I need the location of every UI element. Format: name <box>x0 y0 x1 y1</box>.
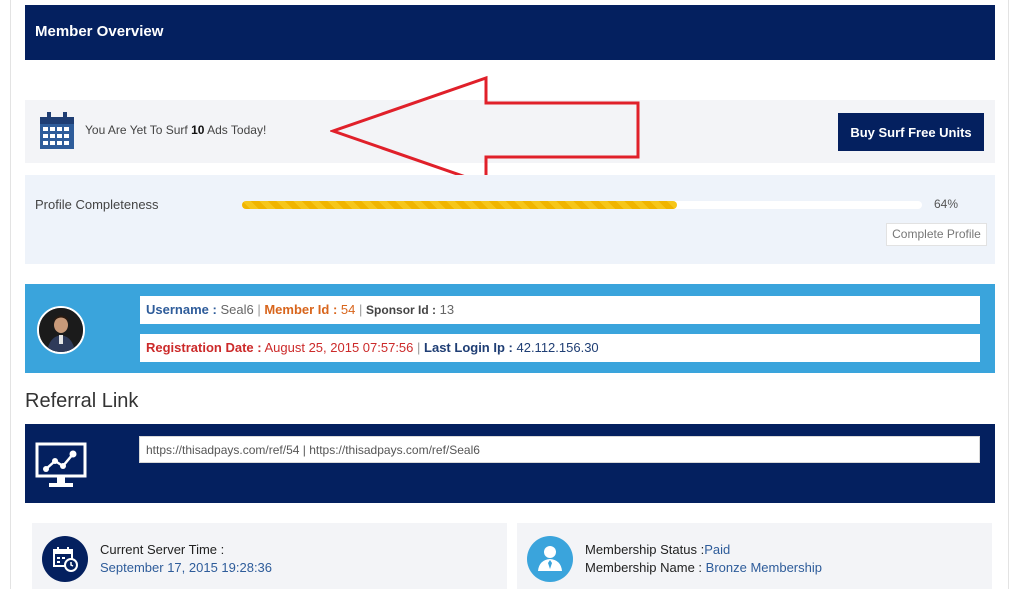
member-login-row: Registration Date : August 25, 2015 07:5… <box>140 334 980 362</box>
server-time-value: September 17, 2015 19:28:36 <box>100 560 273 575</box>
referral-link-heading: Referral Link <box>25 390 139 412</box>
referral-link-panel: https://thisadpays.com/ref/54 | https://… <box>25 424 995 503</box>
page-title: Member Overview <box>35 23 164 40</box>
profile-percent: 64% <box>934 197 959 211</box>
sponsor-id-label: Sponsor Id : <box>366 303 437 317</box>
user-tie-icon <box>527 536 573 582</box>
page-border-right <box>1008 0 1009 589</box>
red-arrow-annotation <box>330 75 640 187</box>
surf-ad-count: 10 <box>191 123 205 137</box>
presentation-chart-icon <box>35 442 87 487</box>
server-time-card: Current Server Time : September 17, 2015… <box>32 523 507 589</box>
username-value: Seal6 <box>220 302 254 317</box>
profile-completeness-label: Profile Completeness <box>35 197 159 212</box>
profile-progress-bar <box>242 201 922 209</box>
member-info-panel: Username : Seal6 | Member Id : 54 | Spon… <box>25 284 995 373</box>
separator: | <box>417 340 421 355</box>
surf-status-text: You Are Yet To Surf 10 Ads Today! <box>85 123 266 137</box>
sponsor-id-value: 13 <box>439 302 455 317</box>
separator: | <box>359 302 363 317</box>
member-id-label: Member Id : <box>264 302 338 317</box>
calendar-icon <box>40 112 74 149</box>
separator: | <box>257 302 261 317</box>
last-login-ip-label: Last Login Ip : <box>424 340 513 355</box>
membership-card: Membership Status :Paid Membership Name … <box>517 523 992 589</box>
membership-status-line: Membership Status :Paid <box>585 542 730 557</box>
complete-profile-button[interactable]: Complete Profile <box>886 223 987 246</box>
buy-surf-free-units-button[interactable]: Buy Surf Free Units <box>838 113 984 151</box>
last-login-ip-value: 42.112.156.30 <box>516 340 599 355</box>
membership-name-value: Bronze Membership <box>705 560 822 575</box>
username-label: Username : <box>146 302 217 317</box>
surf-text-suffix: Ads Today! <box>204 123 267 137</box>
profile-progress-fill <box>242 201 678 209</box>
page-border-left <box>10 0 11 589</box>
referral-link-field[interactable]: https://thisadpays.com/ref/54 | https://… <box>139 436 980 463</box>
registration-date-value: August 25, 2015 07:57:56 <box>264 340 414 355</box>
registration-date-label: Registration Date : <box>146 340 262 355</box>
calendar-clock-icon <box>42 536 88 582</box>
membership-name-line: Membership Name : Bronze Membership <box>585 560 822 575</box>
membership-name-label: Membership Name : <box>585 560 706 575</box>
member-id-value: 54 <box>340 302 356 317</box>
membership-status-label: Membership Status : <box>585 542 705 557</box>
member-identity-row: Username : Seal6 | Member Id : 54 | Spon… <box>140 296 980 324</box>
surf-text-prefix: You Are Yet To Surf <box>85 123 192 137</box>
server-time-label: Current Server Time : <box>100 542 225 557</box>
profile-completeness-panel: Profile Completeness 64% Complete Profil… <box>25 175 995 264</box>
member-overview-header: Member Overview <box>25 5 995 60</box>
avatar <box>37 306 85 354</box>
membership-status-value: Paid <box>704 542 731 557</box>
